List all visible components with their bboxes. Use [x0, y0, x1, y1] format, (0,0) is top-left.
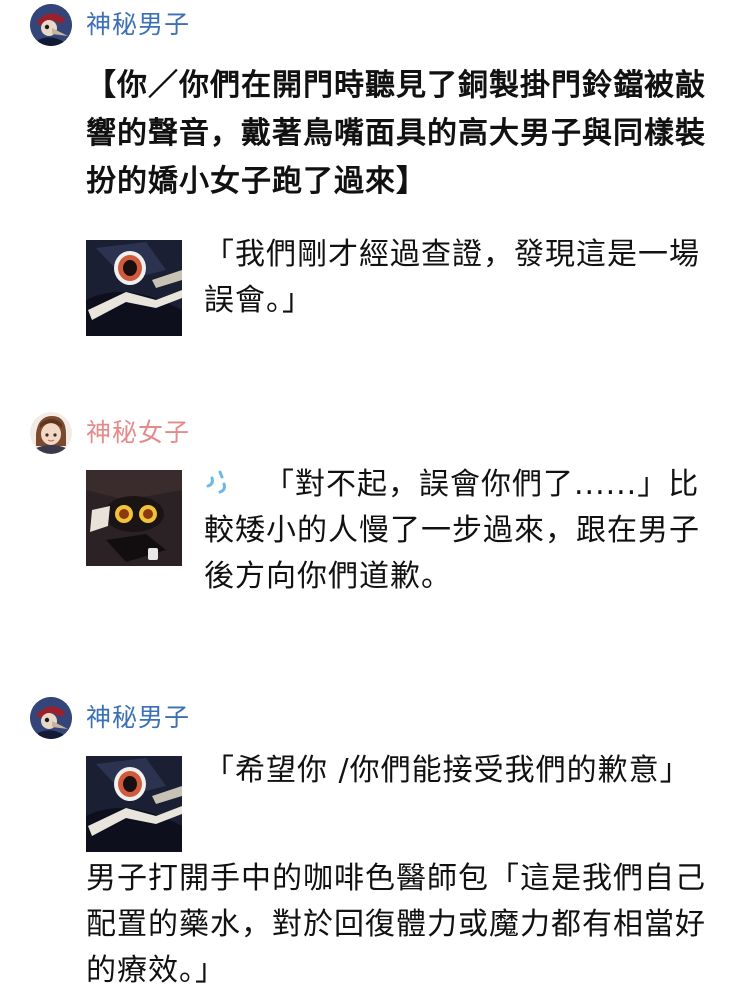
sparkle-icon — [206, 470, 226, 494]
dialogue-text: 「我們剛才經過查證，發現這是一場誤會。」 — [204, 237, 700, 318]
dialogue-text: 「對不起，誤會你們了......」比較矮小的人慢了一步過來，跟在男子後方向你們道… — [204, 467, 700, 594]
post-author-row: 神秘男子 — [30, 696, 190, 740]
beak-mask-portrait — [86, 470, 182, 566]
author-avatar[interactable] — [30, 697, 72, 739]
author-name[interactable]: 神秘男子 — [86, 10, 190, 40]
beak-mask-portrait-icon — [86, 470, 182, 566]
dialogue-block: 「希望你 /你們能接受我們的歉意」 — [86, 748, 711, 858]
beak-mask-man-avatar-icon — [30, 697, 72, 739]
dialogue-block: 「我們剛才經過查證，發現這是一場誤會。」 — [86, 232, 711, 344]
brown-hair-woman-avatar-icon — [30, 412, 72, 454]
beak-mask-man-avatar-icon — [30, 4, 72, 46]
post-author-row: 神秘男子 — [30, 3, 190, 47]
dialogue-block: 「對不起，誤會你們了......」比較矮小的人慢了一步過來，跟在男子後方向你們道… — [86, 462, 711, 600]
narration-text: 【你／你們在開門時聽見了銅製掛門鈴鐺被敲響的聲音，戴著鳥嘴面具的高大男子與同樣裝… — [86, 68, 706, 199]
narration-text: 男子打開手中的咖啡色醫師包「這是我們自己配置的藥水，對於回復體力或魔力都有相當好… — [86, 861, 706, 988]
dialogue-text: 「希望你 /你們能接受我們的歉意」 — [204, 753, 691, 788]
author-avatar[interactable] — [30, 4, 72, 46]
beak-mask-portrait-icon — [86, 756, 182, 852]
author-name[interactable]: 神秘男子 — [86, 703, 190, 733]
author-name[interactable]: 神秘女子 — [86, 418, 190, 448]
beak-mask-portrait — [86, 240, 182, 336]
beak-mask-portrait — [86, 756, 182, 852]
author-avatar[interactable] — [30, 412, 72, 454]
beak-mask-portrait-icon — [86, 240, 182, 336]
post-author-row: 神秘女子 — [30, 411, 190, 455]
